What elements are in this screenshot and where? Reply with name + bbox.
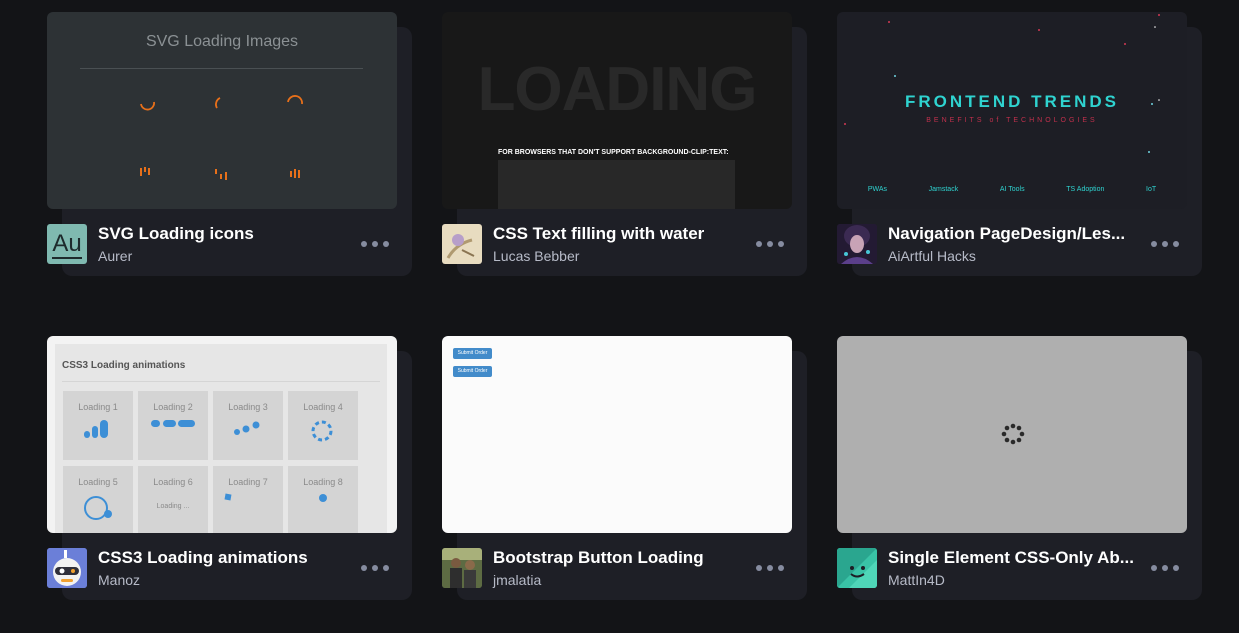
pen-preview[interactable]: LOADING FOR BROWSERS THAT DON'T SUPPORT …: [442, 12, 792, 209]
pen-preview[interactable]: FRONTEND TRENDS BENEFITS of TECHNOLOGIES…: [837, 12, 1187, 209]
more-options-icon[interactable]: [756, 234, 784, 254]
pen-title[interactable]: CSS Text filling with water: [493, 224, 753, 244]
tile-label: Loading 6: [153, 477, 193, 487]
avatar-initials: Au: [52, 230, 82, 257]
preview-box: [498, 160, 735, 209]
loader-icon: [151, 420, 195, 427]
preview-button: Submit Order: [453, 366, 492, 377]
preview-divider: [62, 381, 380, 382]
loader-icon: [84, 496, 112, 520]
pen-title[interactable]: SVG Loading icons: [98, 224, 358, 244]
illustration-icon: [446, 234, 475, 259]
pen-author[interactable]: jmalatia: [493, 571, 541, 589]
preview-heading: FRONTEND TRENDS: [904, 92, 1120, 111]
preview-nav-item: IoT: [1146, 186, 1157, 193]
pen-author[interactable]: Aurer: [98, 247, 132, 265]
more-options-icon[interactable]: [361, 234, 389, 254]
pen-author[interactable]: AiArtful Hacks: [888, 247, 976, 265]
tile: Loading 5: [63, 466, 133, 533]
robot-icon: [47, 548, 87, 588]
tile: Loading 6 Loading ...: [138, 466, 208, 533]
more-options-icon[interactable]: [361, 558, 389, 578]
dot-spinner-icon: [1001, 423, 1025, 445]
pen-card[interactable]: CSS3 Loading animations Loading 1 Loadin…: [47, 336, 412, 600]
author-avatar[interactable]: Au: [47, 224, 87, 264]
loader-icon: [319, 494, 327, 502]
loader-icon: [311, 420, 333, 442]
preview-nav-item: Jamstack: [928, 186, 959, 193]
preview-button: Submit Order: [453, 348, 492, 359]
author-avatar[interactable]: [442, 548, 482, 588]
preview-nav: PWAs Jamstack AI Tools TS Adoption IoT: [847, 186, 1177, 193]
pen-preview[interactable]: CSS3 Loading animations Loading 1 Loadin…: [47, 336, 397, 533]
pen-card[interactable]: LOADING FOR BROWSERS THAT DON'T SUPPORT …: [442, 12, 807, 276]
pen-card[interactable]: Submit Order Submit Order Bootstrap Butt…: [442, 336, 807, 600]
author-avatar[interactable]: [47, 548, 87, 588]
tile: Loading 7: [213, 466, 283, 533]
tile: Loading 1: [63, 391, 133, 460]
pen-card[interactable]: SVG Loading Images Au SVG Loading icons …: [47, 12, 412, 276]
preview-nav-item: PWAs: [867, 186, 887, 193]
pen-preview[interactable]: Submit Order Submit Order: [442, 336, 792, 533]
author-avatar[interactable]: [837, 224, 877, 264]
tile-loading-text: Loading ...: [156, 503, 190, 510]
loader-icon: [234, 421, 260, 435]
more-options-icon[interactable]: [756, 558, 784, 578]
tile: Loading 4: [288, 391, 358, 460]
pen-title[interactable]: Single Element CSS-Only Ab...: [888, 548, 1148, 568]
tile: Loading 3: [213, 391, 283, 460]
tile: Loading 8: [288, 466, 358, 533]
loader-icon: [84, 420, 108, 438]
photo-avatar: [442, 548, 482, 588]
pen-author[interactable]: Manoz: [98, 571, 140, 589]
tile: Loading 2: [138, 391, 208, 460]
pen-preview[interactable]: SVG Loading Images: [47, 12, 397, 209]
pen-preview[interactable]: [837, 336, 1187, 533]
pen-title[interactable]: Bootstrap Button Loading: [493, 548, 753, 568]
portrait-icon: [837, 224, 877, 264]
preview-subheading: BENEFITS of TECHNOLOGIES: [926, 117, 1098, 124]
preview-heading: CSS3 Loading animations: [62, 360, 186, 371]
loader-icon: [224, 493, 232, 501]
preview-nav-item: TS Adoption: [1066, 186, 1105, 193]
pen-author[interactable]: MattIn4D: [888, 571, 945, 589]
avatar-underline: [52, 257, 82, 259]
author-avatar[interactable]: [837, 548, 877, 588]
more-options-icon[interactable]: [1151, 234, 1179, 254]
pen-author[interactable]: Lucas Bebber: [493, 247, 579, 265]
author-avatar[interactable]: [442, 224, 482, 264]
loading-spinner-icons: [140, 95, 303, 180]
smiley-icon: [837, 548, 877, 588]
pen-card[interactable]: FRONTEND TRENDS BENEFITS of TECHNOLOGIES…: [837, 12, 1202, 276]
pen-title[interactable]: Navigation PageDesign/Les...: [888, 224, 1148, 244]
pen-title[interactable]: CSS3 Loading animations: [98, 548, 358, 568]
pen-card[interactable]: Single Element CSS-Only Ab... MattIn4D: [837, 336, 1202, 600]
preview-nav-item: AI Tools: [999, 186, 1025, 193]
more-options-icon[interactable]: [1151, 558, 1179, 578]
preview-big-text: LOADING: [477, 55, 758, 124]
preview-note: FOR BROWSERS THAT DON'T SUPPORT BACKGROU…: [498, 149, 729, 156]
